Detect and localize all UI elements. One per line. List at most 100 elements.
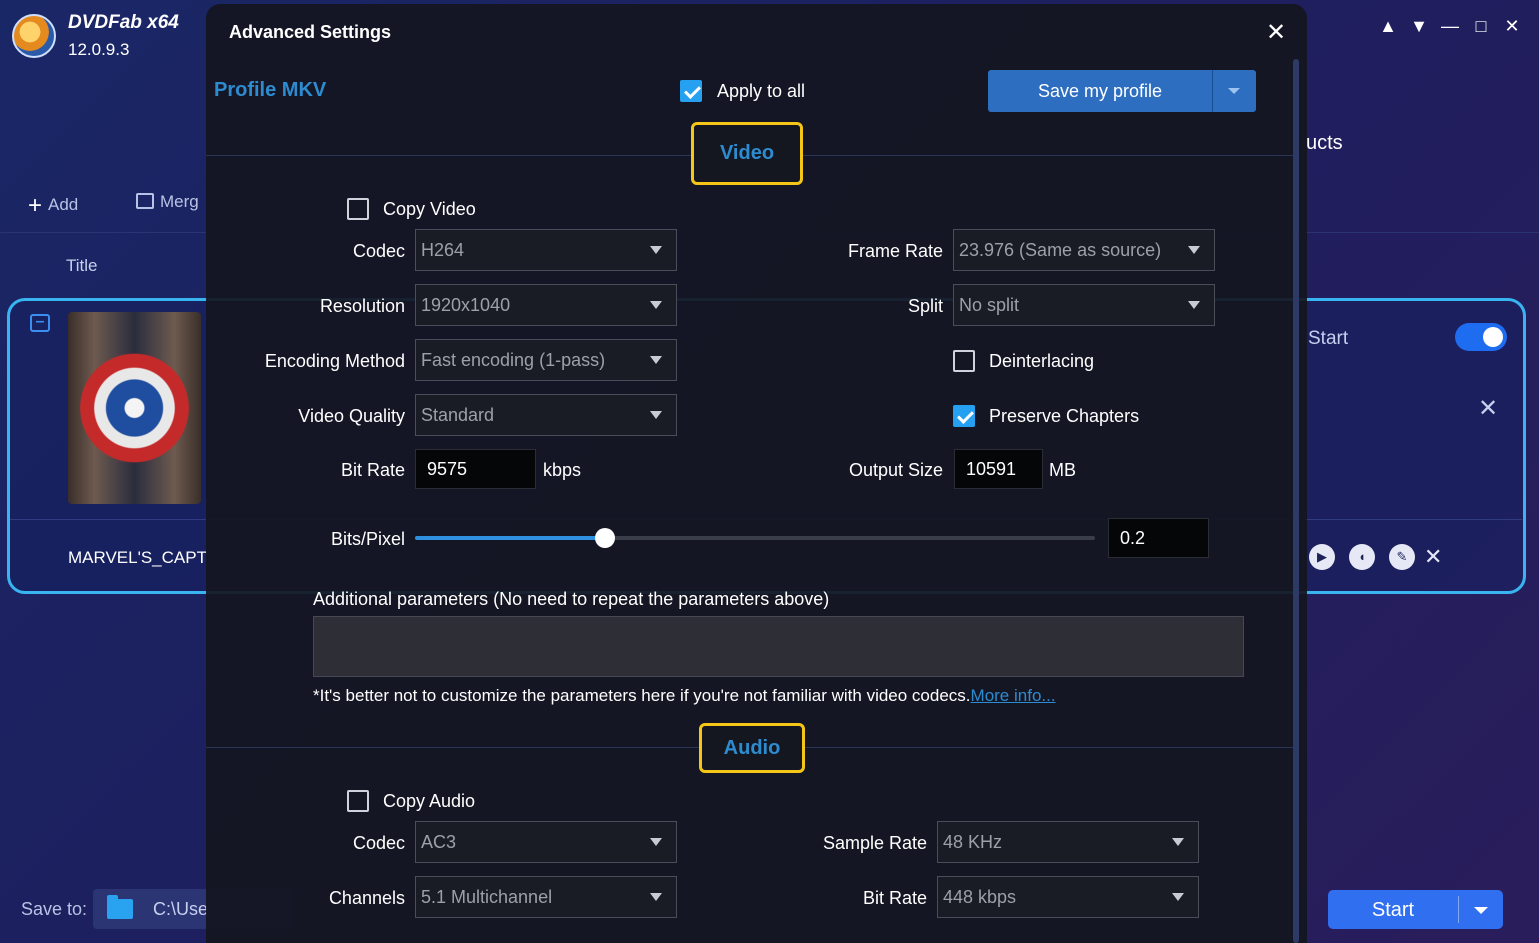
dialog-scrollbar[interactable] xyxy=(1293,59,1299,943)
video-codec-value: H264 xyxy=(421,240,465,260)
advanced-settings-dialog: Advanced Settings ✕ Profile MKV Apply to… xyxy=(206,4,1307,943)
app-version: 12.0.9.3 xyxy=(68,40,130,59)
start-button-separator xyxy=(1458,896,1459,923)
window-close-icon[interactable]: ✕ xyxy=(1501,16,1523,37)
audio-section-header: Audio xyxy=(699,723,805,773)
dvdfab-logo-icon xyxy=(12,14,56,58)
nav-dvdfab-products[interactable]: ucts xyxy=(1306,132,1343,155)
codec-note-text: *It's better not to customize the parame… xyxy=(313,686,971,705)
video-bit-rate-label: Bit Rate xyxy=(340,460,405,480)
profile-name: Profile MKV xyxy=(214,79,327,101)
start-dropdown-icon[interactable] xyxy=(1474,907,1488,914)
bits-per-pixel-label: Bits/Pixel xyxy=(330,529,405,549)
maximize-icon[interactable]: □ xyxy=(1470,16,1492,37)
frame-rate-value: 23.976 (Same as source) xyxy=(959,240,1162,260)
save-to-path: C:\Use xyxy=(153,899,209,919)
resolution-label: Resolution xyxy=(319,296,405,316)
save-to-label: Save to: xyxy=(21,899,88,919)
chevron-down-icon xyxy=(650,893,662,901)
preserve-chapters-label: Preserve Chapters xyxy=(989,406,1140,426)
task-close-icon[interactable]: ✕ xyxy=(1478,394,1498,423)
row-remove-icon[interactable]: ✕ xyxy=(1424,544,1442,570)
additional-params-label: Additional parameters (No need to repeat… xyxy=(313,589,830,609)
preserve-chapters-checkbox[interactable] xyxy=(953,405,975,427)
apply-to-all-checkbox[interactable] xyxy=(680,80,702,102)
audio-codec-select[interactable]: AC3 xyxy=(415,821,677,863)
additional-params-textarea[interactable] xyxy=(313,616,1244,677)
video-codec-select[interactable]: H264 xyxy=(415,229,677,271)
skin-icon[interactable]: ▲ xyxy=(1377,16,1399,37)
video-codec-label: Codec xyxy=(352,241,405,261)
split-select[interactable]: No split xyxy=(953,284,1215,326)
start-button[interactable]: Start xyxy=(1328,890,1503,929)
edit-icon[interactable]: ✎ xyxy=(1389,544,1415,570)
frame-rate-label: Frame Rate xyxy=(847,241,943,261)
merge-icon xyxy=(136,193,154,209)
apply-to-all-label: Apply to all xyxy=(717,81,806,101)
play-icon[interactable]: ▶ xyxy=(1309,544,1335,570)
save-my-profile-button[interactable]: Save my profile xyxy=(988,70,1256,112)
audio-codec-label: Codec xyxy=(352,833,405,853)
video-quality-select[interactable]: Standard xyxy=(415,394,677,436)
add-button[interactable]: + Add xyxy=(28,192,78,220)
deinterlacing-checkbox[interactable] xyxy=(953,350,975,372)
channels-value: 5.1 Multichannel xyxy=(421,887,553,907)
folder-icon[interactable] xyxy=(107,895,133,919)
chevron-down-icon xyxy=(650,301,662,309)
save-profile-separator xyxy=(1212,70,1213,112)
chevron-down-icon xyxy=(1188,301,1200,309)
video-bit-rate-input[interactable]: 9575 xyxy=(415,449,536,489)
chevron-down-icon xyxy=(650,838,662,846)
dialog-close-icon[interactable]: ✕ xyxy=(1266,18,1286,47)
split-label: Split xyxy=(907,296,943,316)
channels-label: Channels xyxy=(328,888,405,908)
resolution-select[interactable]: 1920x1040 xyxy=(415,284,677,326)
audio-bit-rate-select[interactable]: 448 kbps xyxy=(937,876,1199,918)
chevron-down-icon xyxy=(1172,838,1184,846)
task-title: MARVEL'S_CAPT xyxy=(68,548,207,567)
merge-button[interactable]: Merg xyxy=(136,192,199,212)
plus-icon: + xyxy=(28,192,43,219)
start-toggle[interactable] xyxy=(1455,323,1507,351)
video-section-header: Video xyxy=(691,122,803,185)
chevron-down-icon xyxy=(1172,893,1184,901)
sample-rate-label: Sample Rate xyxy=(822,833,927,853)
add-label: Add xyxy=(48,195,79,214)
output-size-unit: MB xyxy=(1049,460,1076,480)
frame-rate-select[interactable]: 23.976 (Same as source) xyxy=(953,229,1215,271)
sample-rate-select[interactable]: 48 KHz xyxy=(937,821,1199,863)
video-quality-value: Standard xyxy=(421,405,495,425)
bits-per-pixel-slider-thumb[interactable] xyxy=(595,528,616,548)
bits-per-pixel-slider-fill xyxy=(415,536,606,540)
deinterlacing-label: Deinterlacing xyxy=(989,351,1095,371)
output-size-input[interactable]: 10591 xyxy=(954,449,1043,489)
column-header-title: Title xyxy=(66,256,98,275)
bits-per-pixel-slider[interactable] xyxy=(415,528,1095,548)
resolution-value: 1920x1040 xyxy=(421,295,511,315)
encoding-method-select[interactable]: Fast encoding (1-pass) xyxy=(415,339,677,381)
collapse-icon[interactable]: – xyxy=(30,314,50,332)
bits-per-pixel-input[interactable]: 0.2 xyxy=(1108,518,1209,558)
copy-video-checkbox[interactable] xyxy=(347,198,369,220)
audio-bit-rate-value: 448 kbps xyxy=(943,887,1017,907)
save-profile-dropdown-icon[interactable] xyxy=(1228,88,1240,94)
movie-poster xyxy=(68,312,201,504)
app-name: DVDFab x64 xyxy=(68,12,179,33)
sample-rate-value: 48 KHz xyxy=(943,832,1003,852)
menu-dropdown-icon[interactable]: ▼ xyxy=(1408,16,1430,37)
minimize-icon[interactable]: — xyxy=(1439,16,1461,37)
audio-bit-rate-label: Bit Rate xyxy=(862,888,927,908)
dialog-title: Advanced Settings xyxy=(229,22,392,42)
chevron-down-icon xyxy=(650,246,662,254)
encoding-method-value: Fast encoding (1-pass) xyxy=(421,350,606,370)
more-info-link[interactable]: More info... xyxy=(971,686,1056,705)
encoding-method-label: Encoding Method xyxy=(264,351,405,371)
codec-note: *It's better not to customize the parame… xyxy=(313,686,1056,706)
video-quality-label: Video Quality xyxy=(298,406,405,426)
chevron-down-icon xyxy=(650,411,662,419)
copy-audio-checkbox[interactable] xyxy=(347,790,369,812)
channels-select[interactable]: 5.1 Multichannel xyxy=(415,876,677,918)
subtitle-icon[interactable]: ◖ xyxy=(1349,544,1375,570)
chevron-down-icon xyxy=(1188,246,1200,254)
audio-codec-value: AC3 xyxy=(421,832,457,852)
